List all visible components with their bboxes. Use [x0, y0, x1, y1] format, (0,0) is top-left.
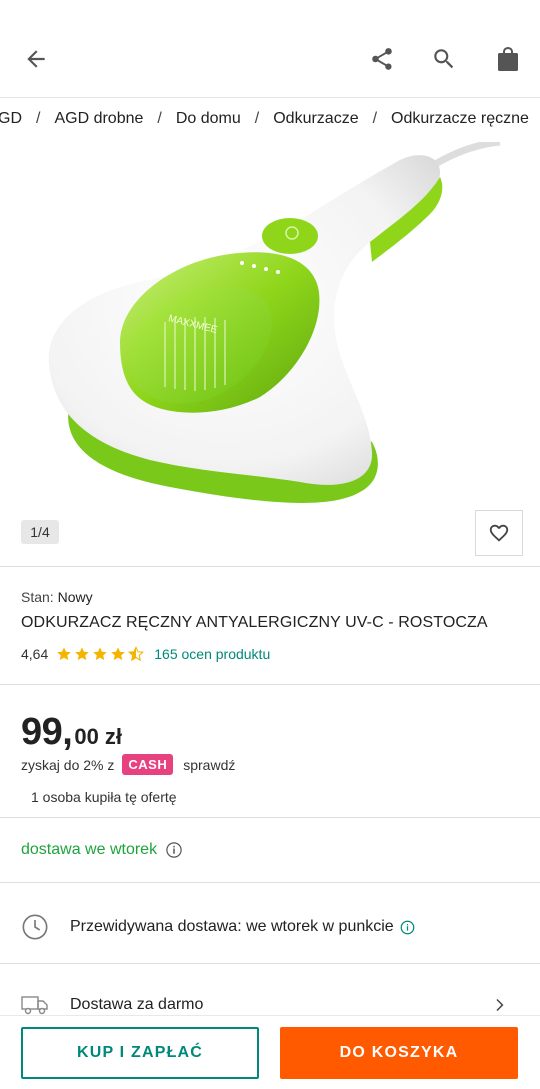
bought-count: 1 osoba kupiła tę ofertę	[31, 789, 177, 805]
product-title: ODKURZACZ RĘCZNY ANTYALERGICZNY UV-C - R…	[21, 614, 488, 631]
breadcrumb-separator: /	[36, 110, 41, 127]
product-gallery[interactable]: MAXXMEE 1/4	[0, 142, 540, 566]
rating-stars	[56, 646, 146, 662]
expected-delivery-text: Przewidywana dostawa: we wtorek w punkci…	[70, 918, 394, 935]
share-icon[interactable]	[362, 39, 402, 79]
breadcrumb-separator: /	[254, 110, 260, 127]
divider	[0, 566, 540, 567]
shopping-bag-icon[interactable]	[488, 39, 528, 79]
star-icon	[57, 647, 72, 661]
divider	[0, 882, 540, 883]
breadcrumb-item[interactable]: GD	[0, 110, 22, 128]
cashback-row: zyskaj do 2% z CASH sprawdź	[21, 754, 235, 775]
buy-now-button[interactable]: KUP I ZAPŁAĆ	[21, 1027, 259, 1079]
info-icon[interactable]	[400, 920, 415, 935]
heart-icon	[489, 524, 509, 542]
expected-delivery-row[interactable]: Przewidywana dostawa: we wtorek w punkci…	[0, 897, 540, 957]
chevron-right-icon	[496, 999, 504, 1011]
divider	[0, 817, 540, 818]
breadcrumb-item[interactable]: Odkurzacze	[273, 110, 358, 128]
image-counter: 1/4	[21, 520, 59, 544]
breadcrumb: GD / AGD drobne / Do domu / Odkurzacze /…	[0, 98, 540, 142]
breadcrumb-item[interactable]: AGD drobne	[54, 110, 143, 128]
rating-score: 4,64	[21, 646, 49, 662]
divider	[0, 963, 540, 964]
star-icon	[111, 647, 126, 661]
breadcrumb-item[interactable]: Odkurzacze ręczne	[391, 110, 529, 128]
favorite-button[interactable]	[475, 510, 523, 556]
price-decimal: 00 zł	[74, 724, 123, 749]
info-icon[interactable]	[165, 841, 183, 859]
reviews-link[interactable]: 165 ocen produktu	[154, 646, 270, 662]
free-delivery-text: Dostawa za darmo	[70, 996, 204, 1013]
bottom-action-bar: KUP I ZAPŁAĆ DO KOSZYKA	[0, 1015, 540, 1089]
clock-icon	[21, 913, 49, 941]
back-arrow-icon[interactable]	[16, 39, 56, 79]
price-integer: 99,	[21, 711, 73, 753]
rating-row[interactable]: 4,64 165 ocen produktu	[21, 646, 270, 662]
top-app-bar	[0, 0, 540, 98]
star-half-icon	[128, 646, 145, 662]
cashback-text: zyskaj do 2% z	[21, 756, 115, 773]
condition-label: Stan:	[21, 589, 54, 605]
cashback-link[interactable]: sprawdź	[183, 757, 235, 773]
breadcrumb-item[interactable]: Do domu	[176, 110, 241, 128]
condition-value: Nowy	[57, 589, 93, 605]
price: 99, 00 zł	[21, 711, 122, 754]
search-icon[interactable]	[424, 39, 464, 79]
breadcrumb-separator: /	[157, 110, 162, 127]
delivery-headline[interactable]: dostawa we wtorek	[21, 841, 183, 859]
breadcrumb-separator: /	[372, 110, 378, 127]
condition: Stan: Nowy	[21, 589, 93, 605]
delivery-headline-text: dostawa we wtorek	[21, 841, 158, 858]
star-icon	[75, 647, 90, 661]
star-icon	[93, 647, 108, 661]
product-image: MAXXMEE	[48, 142, 501, 503]
cash-badge: CASH	[122, 754, 174, 775]
divider	[0, 684, 540, 685]
add-to-cart-button[interactable]: DO KOSZYKA	[280, 1027, 518, 1079]
